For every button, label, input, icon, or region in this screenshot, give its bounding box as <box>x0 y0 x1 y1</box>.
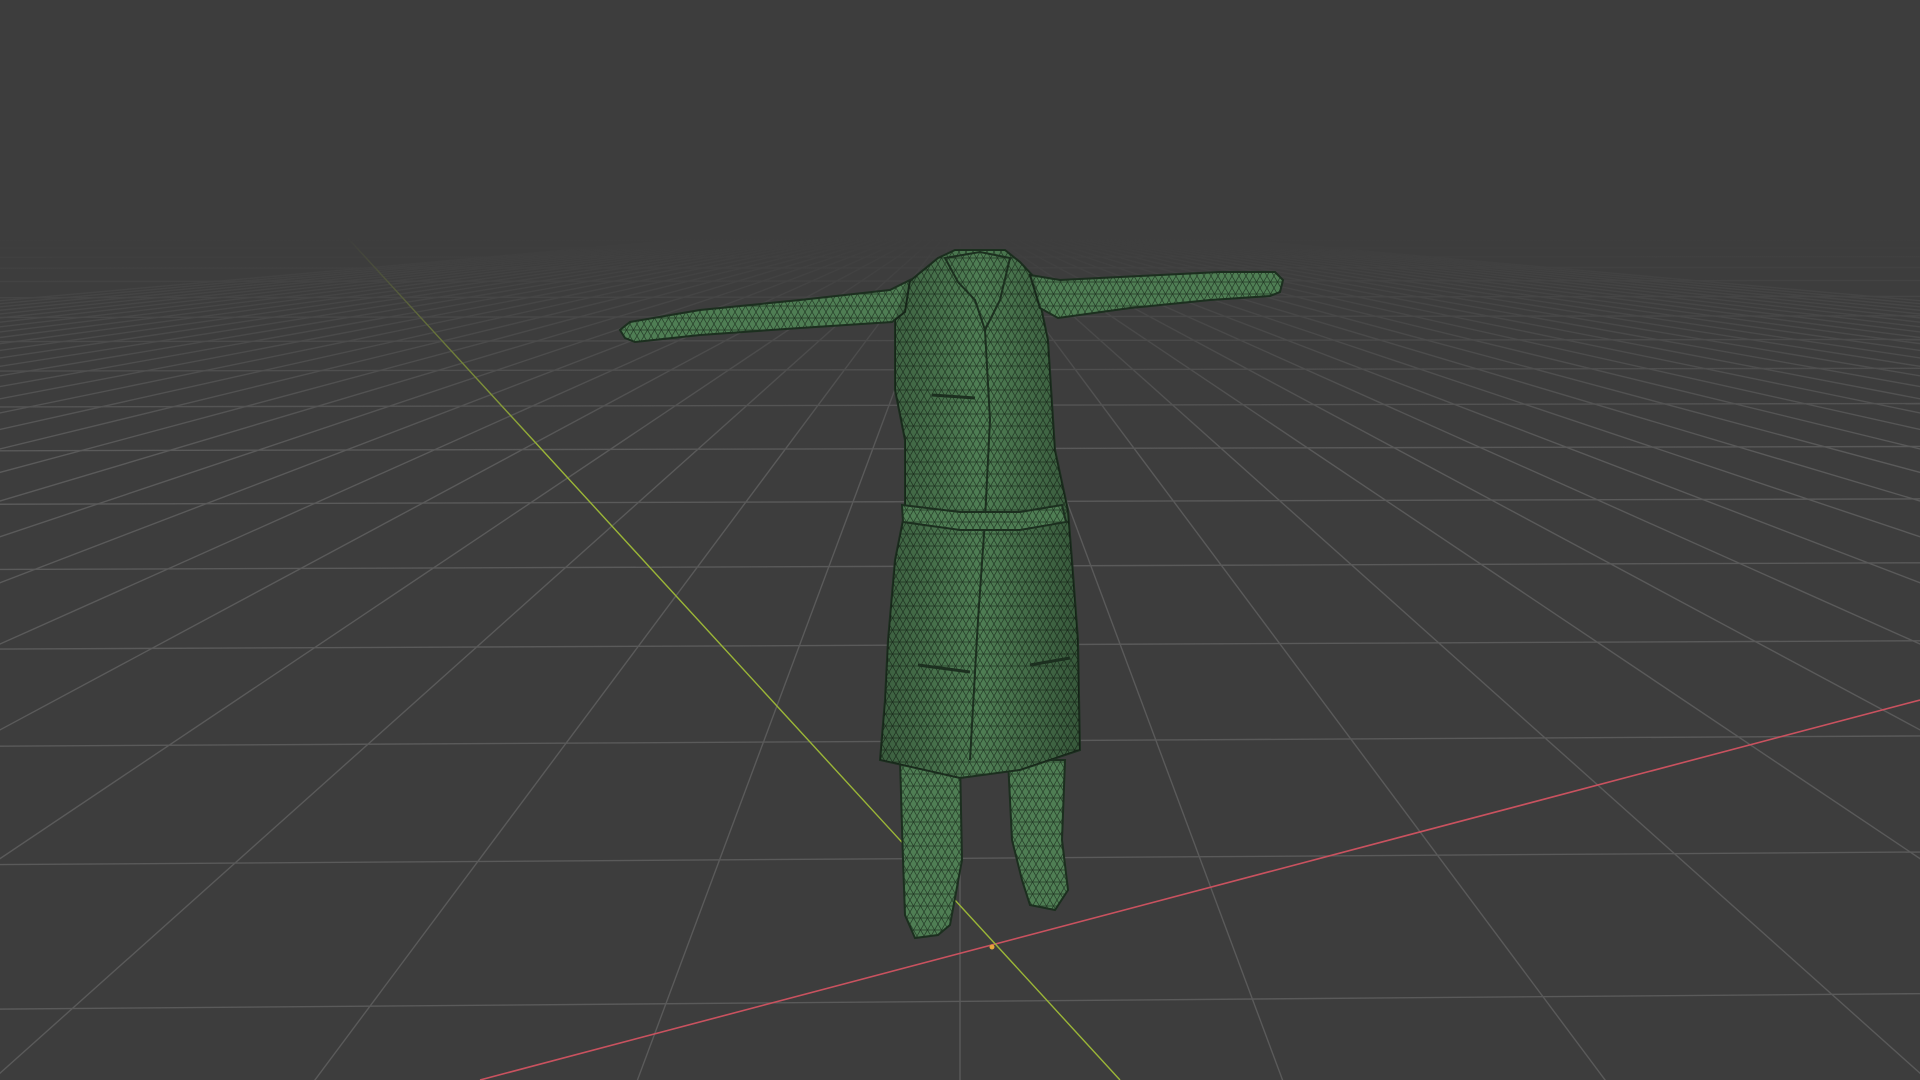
left-trouser-leg[interactable] <box>898 759 964 940</box>
3d-viewport[interactable] <box>0 0 1920 1080</box>
viewport-scene[interactable] <box>0 0 1920 1080</box>
world-origin-point <box>989 944 995 950</box>
